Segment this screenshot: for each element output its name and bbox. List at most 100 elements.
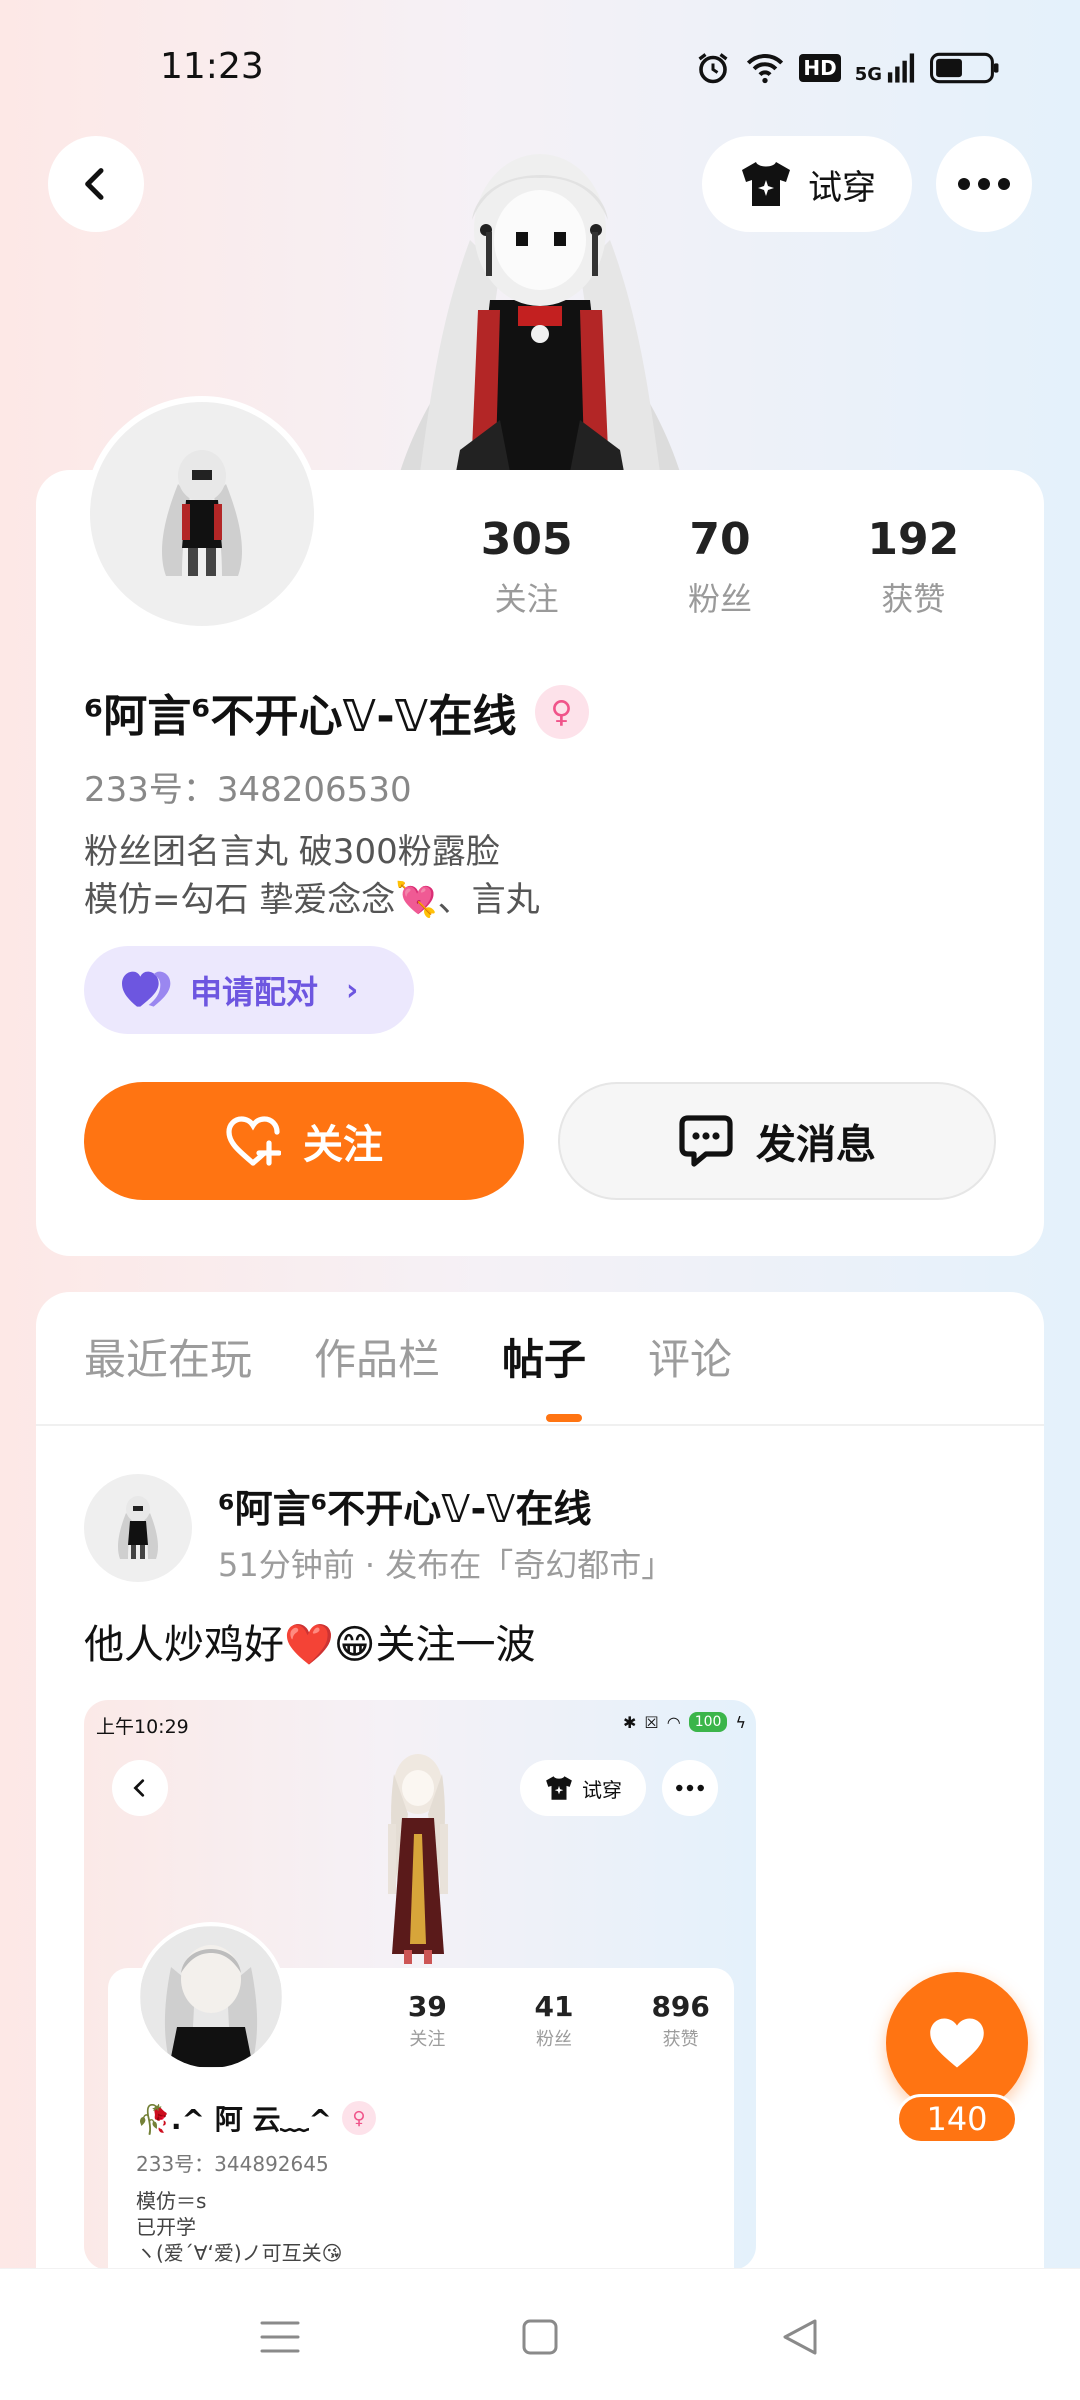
tab-works[interactable]: 作品栏 (314, 1326, 440, 1387)
stat-label: 获赞 (881, 580, 946, 618)
wifi-icon: ◠ (666, 1712, 681, 1732)
avatar[interactable] (84, 396, 320, 632)
like-button[interactable] (886, 1972, 1028, 2114)
follow-button[interactable]: 关注 (84, 1082, 524, 1200)
nav-menu-button[interactable] (256, 2313, 304, 2361)
tab-recently-played[interactable]: 最近在玩 (84, 1326, 252, 1387)
stat-label: 关注 (494, 580, 559, 618)
follow-label: 关注 (303, 1122, 383, 1168)
female-gender-icon: ♀ (534, 685, 589, 739)
image-avatar (136, 1922, 286, 2072)
stat-following[interactable]: 305 关注 (430, 510, 623, 630)
profile-page: 11:23 HD 5G 试穿 305 关注 70 粉丝 192 获赞 ⁶阿言⁶不… (0, 0, 1080, 2400)
image-bio-line: 已开学 (136, 2215, 196, 2239)
profile-stats: 305 关注 70 粉丝 192 获赞 (430, 510, 1010, 630)
status-icons: HD 5G (695, 50, 1000, 86)
try-on-button[interactable]: 试穿 (702, 136, 912, 232)
menu-icon (260, 2321, 300, 2353)
post-author-avatar[interactable] (84, 1474, 192, 1582)
tab-comments[interactable]: 评论 (648, 1326, 732, 1387)
double-heart-icon (122, 971, 171, 1007)
avatar-character-art (400, 154, 680, 472)
image-user-id: 233号：344892645 (136, 2152, 329, 2176)
nav-home-button[interactable] (516, 2313, 564, 2361)
tab-posts[interactable]: 帖子 (502, 1326, 586, 1387)
image-battery: 100 (688, 1712, 728, 1732)
more-button[interactable] (936, 136, 1032, 232)
hd-badge: HD (799, 54, 841, 82)
mute-icon: ☒ (644, 1712, 659, 1732)
network-type: 5G (854, 64, 882, 85)
image-stat-value: 896 (651, 1990, 710, 2023)
battery-icon (930, 52, 999, 84)
system-nav-bar (0, 2268, 1080, 2400)
image-bio: 模仿＝s 已开学 ヽ(爱´∀‘爱)ノ可互关😘 (136, 2188, 343, 2266)
image-stat-label: 粉丝 (536, 2029, 572, 2050)
stat-followers[interactable]: 70 粉丝 (623, 510, 816, 630)
image-profile-stats: 39 关注 41 粉丝 896 获赞 (364, 1990, 744, 2051)
heart-icon (930, 2018, 984, 2068)
chat-bubble-icon (679, 1115, 733, 1167)
heart-plus-icon (226, 1116, 281, 1166)
image-stat-label: 关注 (409, 2029, 446, 2050)
image-bio-line: 模仿＝s (136, 2189, 207, 2213)
stat-value: 70 (689, 514, 751, 565)
wifi-icon (747, 54, 784, 84)
alarm-icon (698, 53, 728, 84)
request-pair-button[interactable]: 申请配对 › (84, 946, 414, 1034)
stat-value: 192 (867, 514, 960, 565)
image-bio-line: ヽ(爱´∀‘爱)ノ可互关😘 (136, 2241, 343, 2265)
post-image[interactable]: 上午10:29 ✱ ☒ ◠ 100 ϟ 试穿 39 关注 41 粉丝 896 获… (84, 1700, 756, 2270)
image-stat-value: 41 (534, 1990, 574, 2023)
tabs-divider (36, 1424, 1044, 1426)
nickname-text: ⁶阿言⁶不开心𝕍-𝕍在线 (84, 691, 517, 742)
post-author-name[interactable]: ⁶阿言⁶不开心𝕍-𝕍在线 (218, 1478, 592, 1533)
back-triangle-icon (783, 2319, 817, 2355)
image-nickname: 🥀.^ 阿 云﹏^ ♀ (136, 2098, 376, 2138)
signal-icon (887, 53, 915, 83)
stat-label: 粉丝 (687, 580, 752, 618)
home-square-icon (522, 2319, 558, 2355)
try-on-label: 试穿 (808, 167, 876, 208)
charging-icon: ϟ (735, 1712, 746, 1732)
user-id: 233号：348206530 (84, 770, 412, 810)
stat-likes[interactable]: 192 获赞 (817, 510, 1010, 630)
bio-line: 模仿=勾石 挚爱念念💘、言丸 (84, 880, 540, 920)
status-time: 11:23 (160, 46, 264, 87)
chevron-left-icon (85, 168, 104, 200)
image-status-icons: ✱ ☒ ◠ 100 ϟ (623, 1712, 746, 1732)
image-stat-label: 获赞 (662, 2029, 699, 2050)
active-tab-indicator (546, 1414, 582, 1422)
nickname: ⁶阿言⁶不开心𝕍-𝕍在线 ♀ (84, 680, 589, 744)
post-text: 他人炒鸡好❤️😁关注一波 (84, 1622, 536, 1668)
image-status-time: 上午10:29 (96, 1716, 189, 1738)
status-bar: 11:23 HD 5G (0, 0, 1080, 140)
image-stat: 41 粉丝 (491, 1990, 618, 2051)
image-try-on-label: 试穿 (582, 1777, 622, 1802)
back-button[interactable] (48, 136, 144, 232)
image-back-button (112, 1760, 168, 1816)
request-pair-label: 申请配对 (190, 973, 319, 1011)
stat-value: 305 (480, 514, 573, 565)
bio: 粉丝团名言丸 破300粉露脸 模仿=勾石 挚爱念念💘、言丸 (84, 828, 540, 924)
image-stat: 896 获赞 (617, 1990, 744, 2051)
image-stat: 39 关注 (364, 1990, 491, 2051)
signal-group: 5G (855, 52, 916, 84)
female-gender-icon: ♀ (341, 2101, 376, 2135)
like-count: 140 (896, 2094, 1018, 2144)
image-avatar-character (141, 1927, 281, 2067)
nav-back-button[interactable] (776, 2313, 824, 2361)
image-stat-value: 39 (407, 1990, 447, 2023)
chevron-left-icon (133, 1779, 145, 1797)
more-dots-icon (958, 178, 1010, 190)
profile-tabs: 最近在玩 作品栏 帖子 评论 (84, 1326, 732, 1387)
image-try-on-button: 试穿 (520, 1760, 646, 1816)
chevron-right-icon: › (346, 972, 359, 1008)
send-message-label: 发消息 (756, 1122, 876, 1168)
image-more-button (662, 1760, 718, 1816)
avatar-mini-character (162, 450, 242, 576)
more-dots-icon (676, 1784, 704, 1792)
shirt-sparkle-icon (742, 162, 790, 206)
send-message-button[interactable]: 发消息 (558, 1082, 996, 1200)
avatar-mini-character (118, 1496, 158, 1559)
